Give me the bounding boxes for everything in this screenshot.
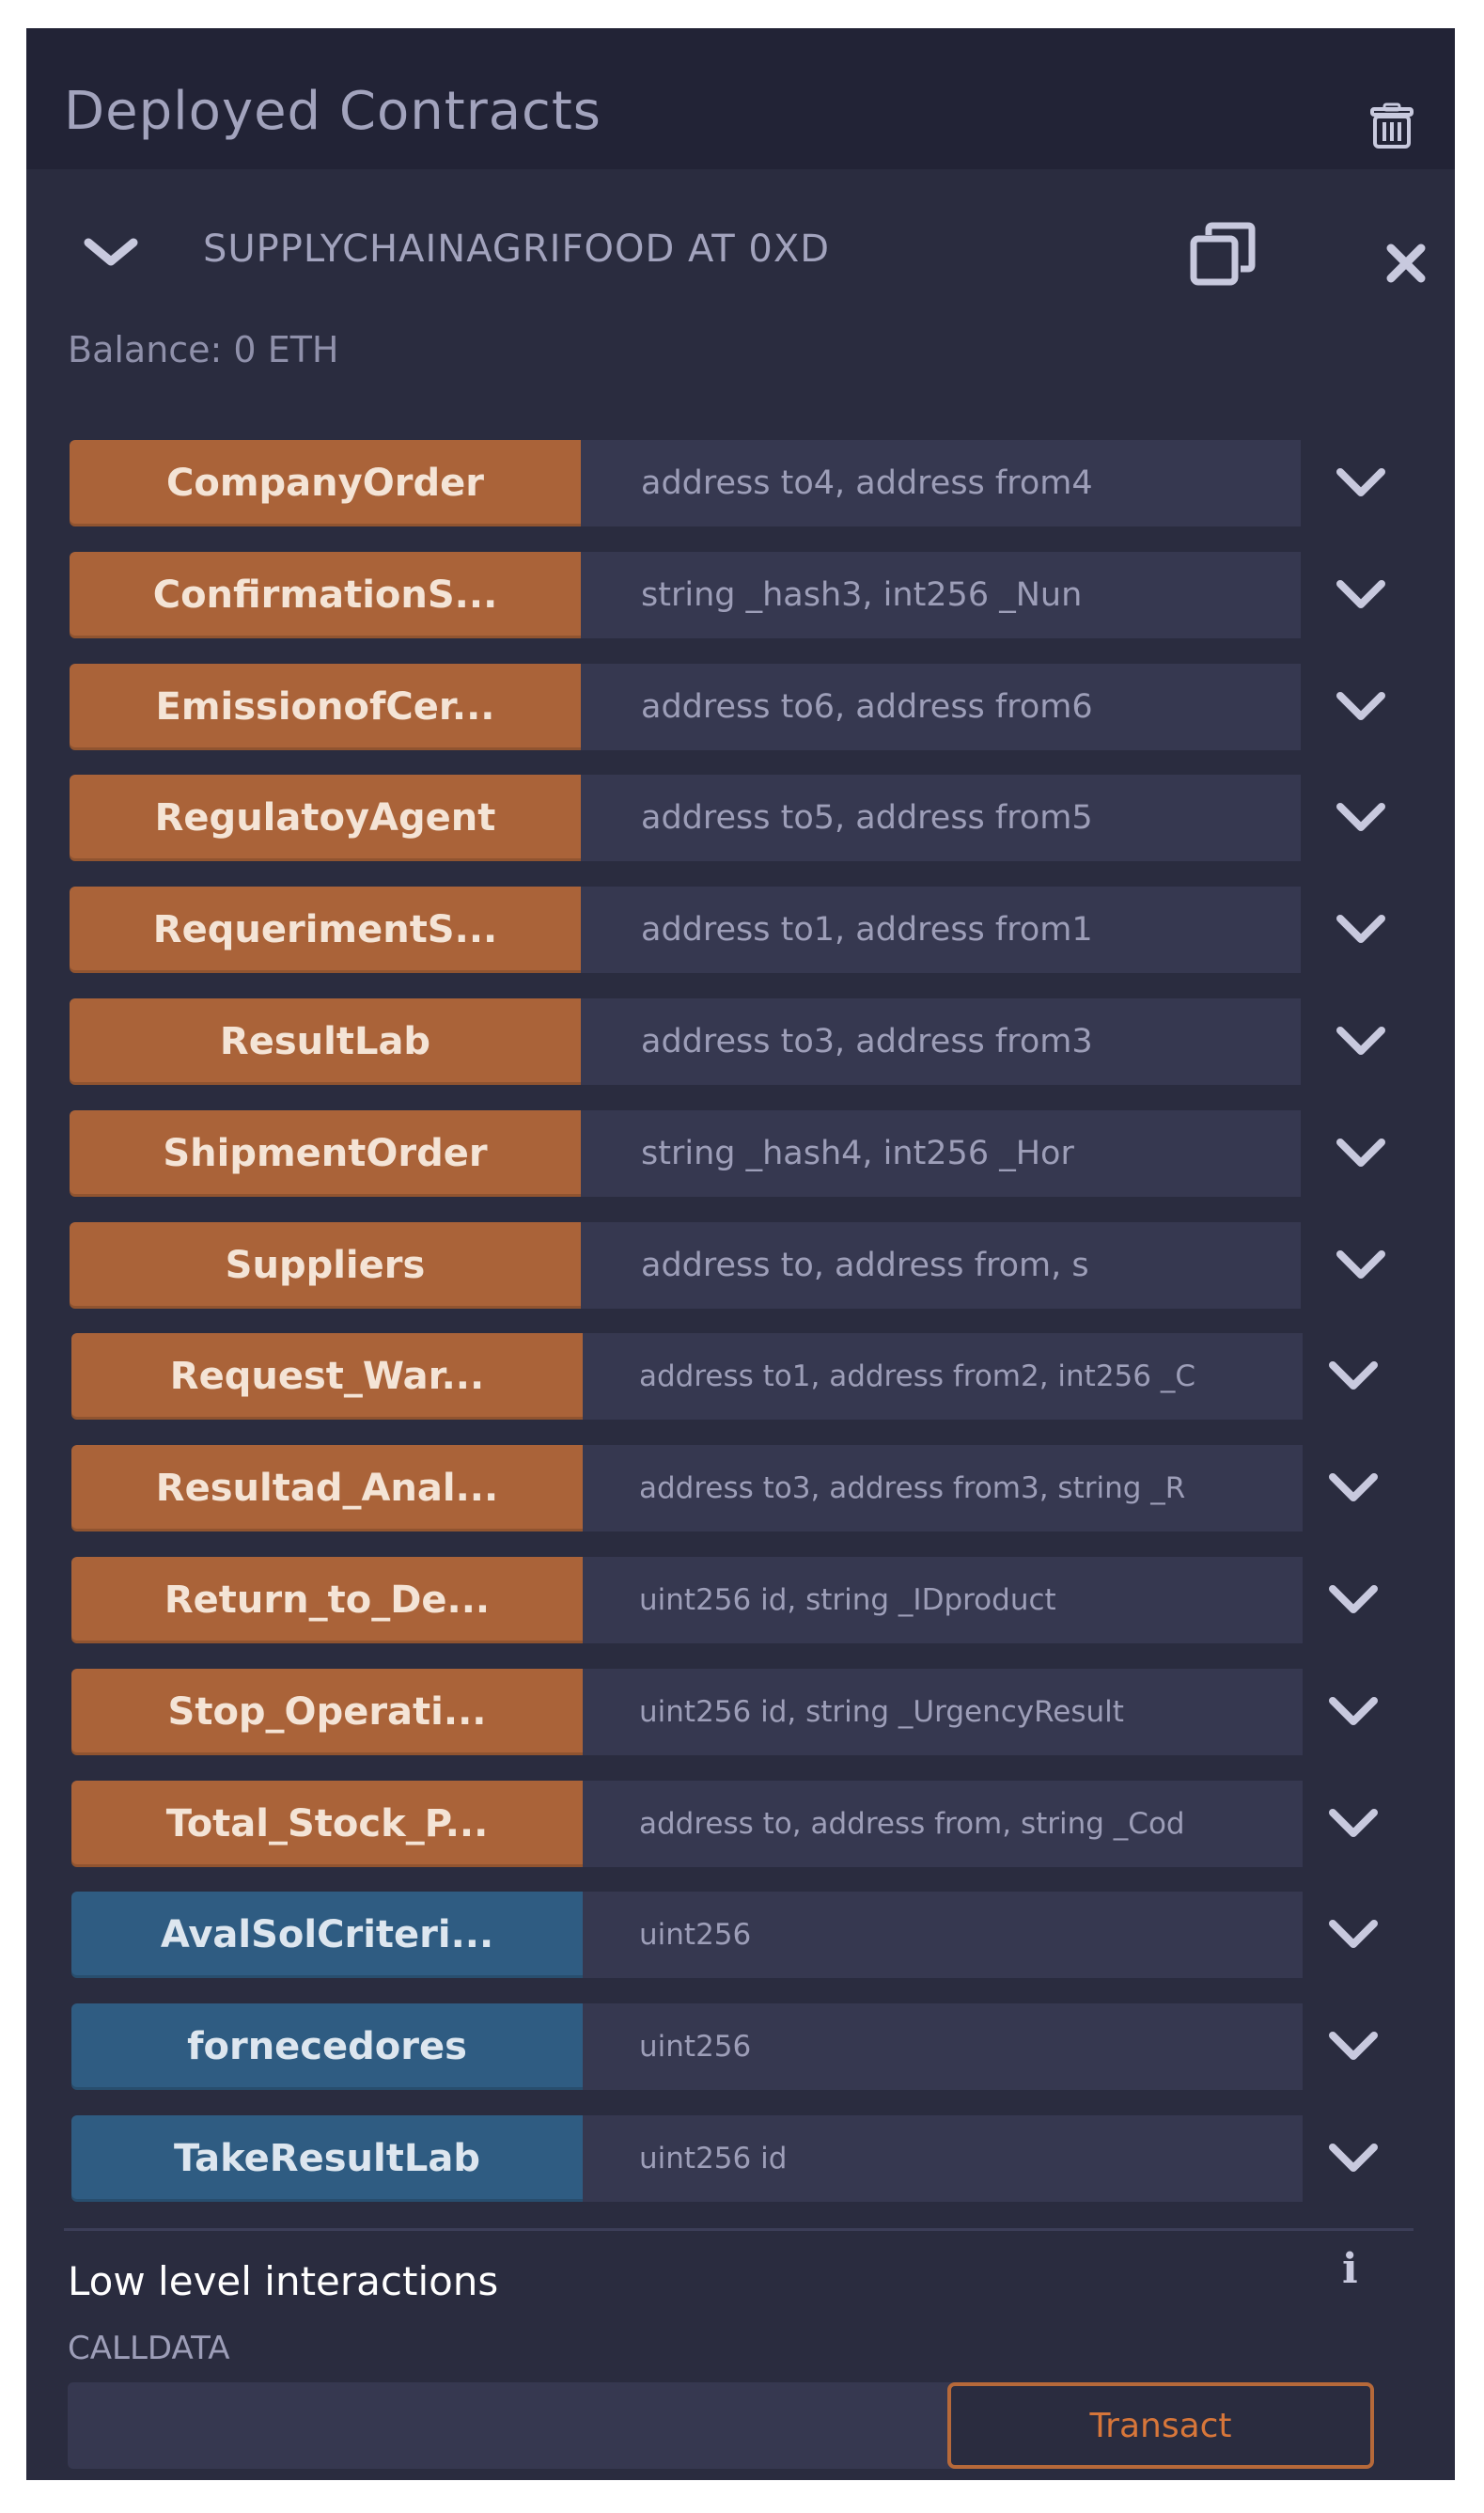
function-button[interactable]: fornecedores xyxy=(71,2003,583,2091)
divider xyxy=(64,2228,1414,2231)
panel-header: Deployed Contracts xyxy=(26,28,1455,169)
function-button[interactable]: Resultad_Anal... xyxy=(71,1445,583,1532)
chevron-down-icon[interactable] xyxy=(1335,1247,1387,1284)
function-button[interactable]: Return_to_De... xyxy=(71,1557,583,1643)
transact-button[interactable]: Transact xyxy=(947,2382,1374,2469)
balance-label: Balance: 0 ETH xyxy=(68,329,339,370)
function-button[interactable]: RequerimentS... xyxy=(70,887,581,974)
function-params-input[interactable]: address to1, address from2, int256 _C xyxy=(583,1333,1303,1421)
info-icon[interactable]: i xyxy=(1342,2245,1358,2293)
trash-icon[interactable] xyxy=(1367,102,1417,152)
chevron-down-icon[interactable] xyxy=(1335,1023,1387,1060)
chevron-down-icon[interactable] xyxy=(1327,1805,1380,1843)
function-button[interactable]: ConfirmationS... xyxy=(70,551,581,638)
function-params-input[interactable]: address to, address from, string _Cod xyxy=(583,1780,1303,1867)
function-params-input[interactable]: address to3, address from3, string _R xyxy=(583,1445,1303,1532)
function-params-input[interactable]: address to3, address from3 xyxy=(581,998,1301,1085)
chevron-down-icon[interactable] xyxy=(1335,688,1387,726)
function-row: ResultLab address to3, address from3 xyxy=(70,998,1451,1085)
function-row: EmissionofCer... address to6, address fro… xyxy=(70,663,1451,750)
function-row: Total_Stock_P... address to, address from… xyxy=(71,1780,1453,1867)
function-params-input[interactable]: address to5, address from5 xyxy=(581,775,1301,862)
chevron-down-icon[interactable] xyxy=(1335,1135,1387,1172)
chevron-down-icon[interactable] xyxy=(1327,1358,1380,1395)
function-params-input[interactable]: uint256 xyxy=(583,1892,1303,1979)
chevron-down-icon[interactable] xyxy=(83,237,139,269)
chevron-down-icon[interactable] xyxy=(1327,2028,1380,2065)
function-row: fornecedores uint256 xyxy=(71,2003,1453,2091)
function-params-input[interactable]: address to1, address from1 xyxy=(581,887,1301,974)
function-button[interactable]: EmissionofCer... xyxy=(70,663,581,750)
function-button[interactable]: Stop_Operati... xyxy=(71,1668,583,1755)
chevron-down-icon[interactable] xyxy=(1335,464,1387,502)
function-params-input[interactable]: address to, address from, s xyxy=(581,1221,1301,1309)
function-row: ConfirmationS... string _hash3, int256 _N… xyxy=(70,551,1451,638)
function-params-input[interactable]: uint256 id, string _IDproduct xyxy=(583,1557,1303,1643)
function-params-input[interactable]: address to6, address from6 xyxy=(581,663,1301,750)
close-icon[interactable] xyxy=(1385,243,1427,284)
function-row: TakeResultLab uint256 id xyxy=(71,2115,1453,2202)
chevron-down-icon[interactable] xyxy=(1327,2140,1380,2177)
function-button[interactable]: Request_War... xyxy=(71,1333,583,1421)
function-button[interactable]: ResultLab xyxy=(70,998,581,1085)
function-params-input[interactable]: uint256 xyxy=(583,2003,1303,2091)
function-row: Resultad_Anal... address to3, address fro… xyxy=(71,1445,1453,1532)
function-button[interactable]: CompanyOrder xyxy=(70,440,581,526)
function-row: Return_to_De... uint256 id, string _IDpro… xyxy=(71,1557,1453,1643)
copy-icon[interactable] xyxy=(1186,218,1261,293)
calldata-label: CALLDATA xyxy=(68,2330,230,2367)
function-params-input[interactable]: address to4, address from4 xyxy=(581,440,1301,526)
chevron-down-icon[interactable] xyxy=(1327,1469,1380,1507)
function-button[interactable]: TakeResultLab xyxy=(71,2115,583,2202)
panel-title: Deployed Contracts xyxy=(64,81,601,142)
function-button[interactable]: ShipmentOrder xyxy=(70,1109,581,1197)
function-row: CompanyOrder address to4, address from4 xyxy=(70,440,1451,526)
function-row: Request_War... address to1, address from2… xyxy=(71,1333,1453,1421)
chevron-down-icon[interactable] xyxy=(1327,1916,1380,1954)
chevron-down-icon[interactable] xyxy=(1335,799,1387,837)
function-params-input[interactable]: uint256 id xyxy=(583,2115,1303,2202)
function-row: Stop_Operati... uint256 id, string _Urgen… xyxy=(71,1668,1453,1755)
chevron-down-icon[interactable] xyxy=(1335,576,1387,614)
function-row: RequerimentS... address to1, address from… xyxy=(70,887,1451,974)
function-row: Suppliers address to, address from, s xyxy=(70,1221,1451,1309)
function-row: AvalSolCriteri... uint256 xyxy=(71,1892,1453,1979)
function-params-input[interactable]: string _hash4, int256 _Hor xyxy=(581,1109,1301,1197)
deployed-contracts-panel: Deployed Contracts SUPPLYCHAINAGRIFOOD A… xyxy=(26,28,1455,2480)
function-row: ShipmentOrder string _hash4, int256 _Hor xyxy=(70,1109,1451,1197)
chevron-down-icon[interactable] xyxy=(1327,1693,1380,1731)
function-params-input[interactable]: uint256 id, string _UrgencyResult xyxy=(583,1668,1303,1755)
low-level-title: Low level interactions xyxy=(68,2258,499,2304)
function-button[interactable]: AvalSolCriteri... xyxy=(71,1892,583,1979)
chevron-down-icon[interactable] xyxy=(1327,1581,1380,1619)
function-params-input[interactable]: string _hash3, int256 _Nun xyxy=(581,551,1301,638)
function-button[interactable]: RegulatoyAgent xyxy=(70,775,581,862)
function-row: RegulatoyAgent address to5, address from5 xyxy=(70,775,1451,862)
function-button[interactable]: Total_Stock_P... xyxy=(71,1780,583,1867)
function-button[interactable]: Suppliers xyxy=(70,1221,581,1309)
chevron-down-icon[interactable] xyxy=(1335,911,1387,949)
calldata-input[interactable] xyxy=(68,2382,979,2469)
contract-instance-name[interactable]: SUPPLYCHAINAGRIFOOD AT 0XD xyxy=(203,228,1096,271)
